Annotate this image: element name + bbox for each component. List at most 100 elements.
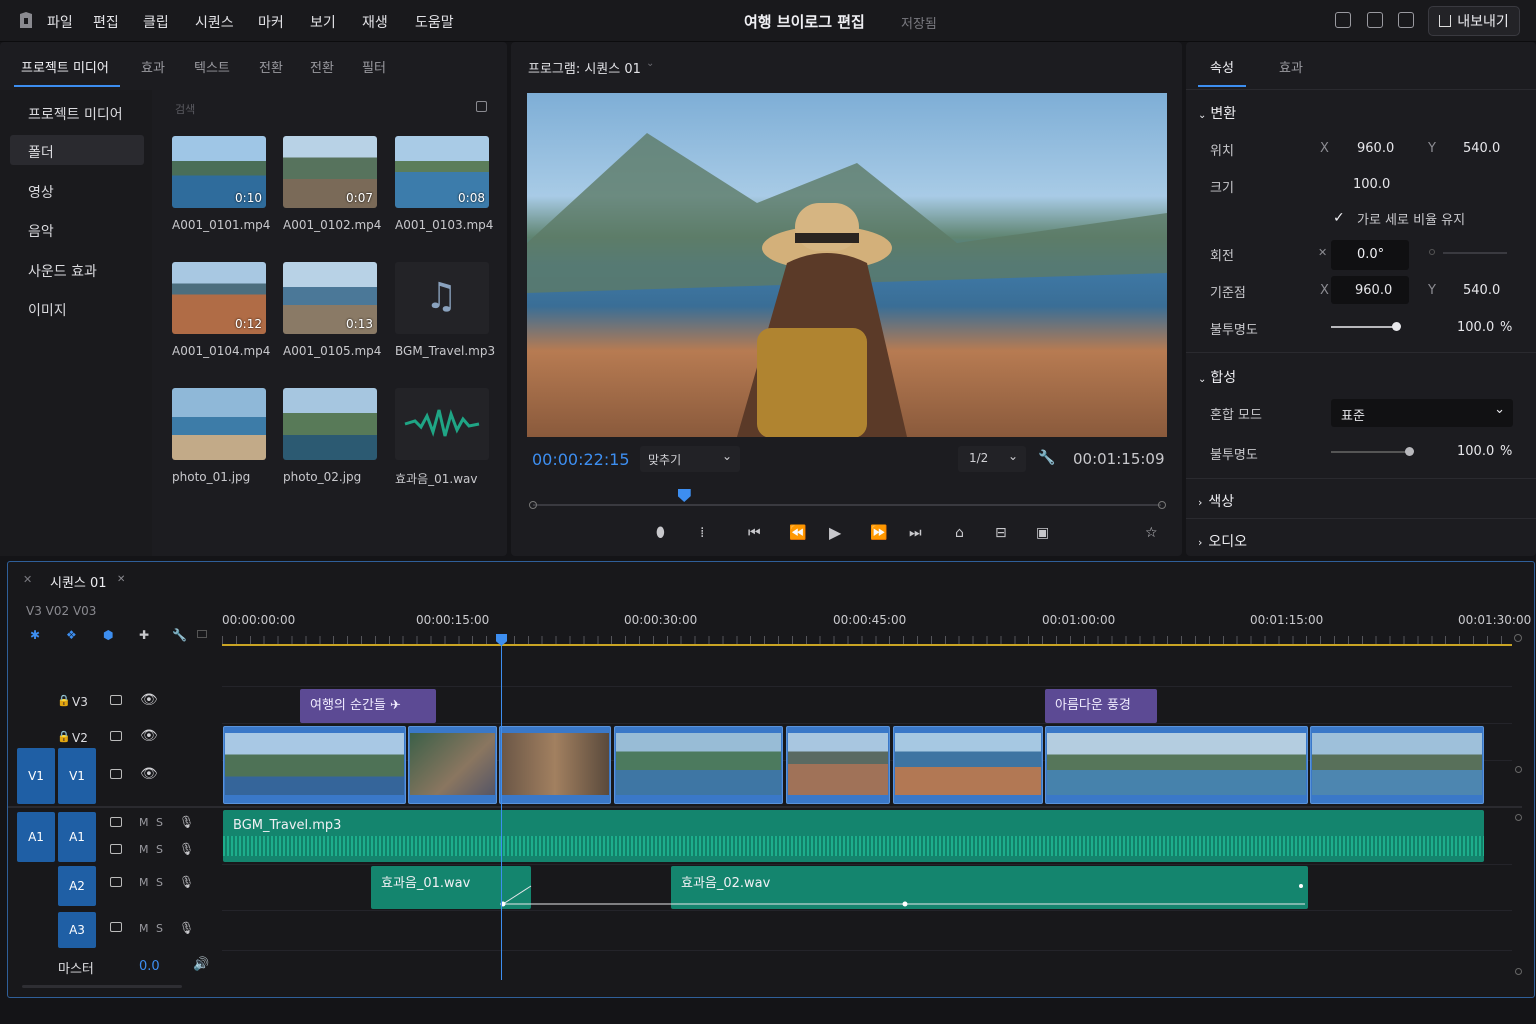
checkbox-uniform[interactable]: ✓ bbox=[1333, 210, 1348, 226]
resolution-dropdown[interactable]: 1/2 ⌄ bbox=[958, 446, 1026, 472]
chevron-down-icon[interactable]: ⌄ bbox=[646, 58, 654, 69]
lift-icon[interactable]: ⌂ bbox=[955, 525, 964, 541]
scale-value[interactable]: 100.0 bbox=[1353, 177, 1390, 192]
video-preview[interactable] bbox=[527, 93, 1167, 437]
sidebar-item-sound-effects[interactable]: 사운드 효과 bbox=[28, 261, 97, 281]
opacity2-slider[interactable] bbox=[1331, 451, 1411, 453]
media-thumb[interactable]: ♫ bbox=[395, 262, 489, 334]
media-thumb[interactable]: 0:07 bbox=[283, 136, 377, 208]
new-bin-icon[interactable] bbox=[476, 101, 487, 112]
step-forward-icon[interactable]: ⏩ bbox=[870, 525, 887, 541]
title-clip[interactable]: 여행의 순간들 ✈ bbox=[300, 689, 436, 723]
volume-keyframes[interactable] bbox=[371, 866, 1311, 911]
layout-icon[interactable] bbox=[1335, 12, 1351, 28]
media-thumb[interactable] bbox=[283, 388, 377, 460]
program-title[interactable]: 프로그램: 시퀀스 01 bbox=[528, 58, 641, 77]
go-to-out-icon[interactable]: ⏭ bbox=[909, 525, 922, 541]
video-clip[interactable] bbox=[786, 726, 890, 804]
search-input[interactable]: 검색 bbox=[175, 101, 195, 117]
close-icon[interactable]: ✕ bbox=[23, 573, 32, 586]
sidebar-item-video[interactable]: 영상 bbox=[28, 182, 54, 202]
section-audio[interactable]: › 오디오 bbox=[1198, 531, 1247, 551]
video-clip[interactable] bbox=[1045, 726, 1308, 804]
menu-playback[interactable]: 재생 bbox=[362, 12, 388, 32]
wrench-icon[interactable]: 🔧 bbox=[1038, 450, 1055, 466]
wrench-icon[interactable]: 🔧 bbox=[172, 628, 187, 642]
scroll-handle[interactable] bbox=[1515, 766, 1522, 773]
source-patch-a1[interactable]: A1 bbox=[17, 812, 55, 862]
sync-lock-icon[interactable] bbox=[110, 877, 122, 887]
tab-transitions-2[interactable]: 전환 bbox=[310, 57, 334, 76]
marker-icon[interactable]: ⬢ bbox=[103, 628, 113, 642]
mute-solo[interactable]: M S bbox=[139, 843, 165, 856]
tab-transitions[interactable]: 전환 bbox=[259, 57, 283, 76]
rotation-dial-icon[interactable] bbox=[1429, 249, 1435, 255]
media-thumb[interactable]: 0:10 bbox=[172, 136, 266, 208]
tab-effect-controls[interactable]: 효과 bbox=[1279, 57, 1303, 76]
video-clip[interactable] bbox=[408, 726, 497, 804]
snap-icon[interactable]: ✱ bbox=[30, 628, 40, 642]
step-back-icon[interactable]: ⏪ bbox=[789, 525, 806, 541]
position-y[interactable]: 540.0 bbox=[1463, 141, 1500, 156]
blend-mode-dropdown[interactable]: 표준 ⌄ bbox=[1331, 399, 1513, 427]
menu-edit[interactable]: 편집 bbox=[93, 12, 119, 32]
fullscreen-icon[interactable] bbox=[1398, 12, 1414, 28]
sync-lock-icon[interactable] bbox=[110, 922, 122, 932]
opacity-slider-thumb[interactable] bbox=[1392, 322, 1401, 331]
master-value[interactable]: 0.0 bbox=[139, 959, 160, 974]
media-thumb[interactable]: 0:13 bbox=[283, 262, 377, 334]
menu-file[interactable]: 파일 bbox=[47, 12, 73, 32]
track-target-a1[interactable]: A1 bbox=[58, 812, 96, 862]
opacity2-slider-thumb[interactable] bbox=[1405, 447, 1414, 456]
sequence-tab[interactable]: 시퀀스 01 bbox=[50, 572, 107, 591]
program-scrubber[interactable] bbox=[533, 504, 1161, 506]
export-button[interactable]: 내보내기 bbox=[1428, 6, 1520, 36]
mic-icon[interactable]: 🎙 bbox=[179, 842, 194, 856]
scrub-start-handle[interactable] bbox=[529, 501, 537, 509]
opacity-value[interactable]: 100.0 bbox=[1457, 320, 1494, 335]
media-thumb[interactable]: 0:08 bbox=[395, 136, 489, 208]
menu-help[interactable]: 도움말 bbox=[415, 12, 454, 32]
tab-project-media[interactable]: 프로젝트 미디어 bbox=[21, 57, 109, 76]
sidebar-item-project-media[interactable]: 프로젝트 미디어 bbox=[28, 104, 123, 124]
film-icon[interactable] bbox=[110, 731, 122, 741]
anchor-x-field[interactable]: 960.0 bbox=[1331, 276, 1409, 304]
section-composite[interactable]: ⌄ 합성 bbox=[1198, 367, 1236, 387]
opacity-slider[interactable] bbox=[1331, 326, 1397, 328]
horizontal-scrollbar[interactable] bbox=[22, 985, 182, 988]
film-icon[interactable] bbox=[110, 695, 122, 705]
mic-icon[interactable]: 🎙 bbox=[179, 921, 194, 935]
play-icon[interactable]: ▶ bbox=[829, 523, 841, 542]
settings-icon[interactable] bbox=[197, 630, 207, 638]
source-patch-v1[interactable]: V1 bbox=[17, 748, 55, 804]
eye-icon[interactable]: 👁 bbox=[140, 692, 158, 708]
media-thumb[interactable]: 0:12 bbox=[172, 262, 266, 334]
position-x[interactable]: 960.0 bbox=[1357, 141, 1394, 156]
zoom-handle[interactable] bbox=[1514, 634, 1522, 642]
eye-icon[interactable]: 👁 bbox=[140, 766, 158, 782]
sidebar-item-folder[interactable]: 폴더 bbox=[28, 142, 54, 162]
mark-in-icon[interactable]: ⁞ bbox=[700, 525, 704, 541]
video-clip[interactable] bbox=[1310, 726, 1484, 804]
menu-view[interactable]: 보기 bbox=[310, 12, 336, 32]
audio-clip[interactable]: BGM_Travel.mp3 bbox=[223, 810, 1484, 862]
work-area-bar[interactable] bbox=[222, 644, 1512, 646]
track-target-a3[interactable]: A3 bbox=[58, 912, 96, 948]
workspace-icon[interactable] bbox=[1367, 12, 1383, 28]
ruler-ticks[interactable] bbox=[222, 636, 1512, 644]
lock-icon[interactable]: 🔒 bbox=[57, 694, 71, 707]
film-icon[interactable] bbox=[110, 769, 122, 779]
close-icon[interactable]: ✕ bbox=[117, 574, 125, 585]
fit-dropdown[interactable]: 맞추기 ⌄ bbox=[640, 446, 740, 472]
scroll-handle[interactable] bbox=[1515, 814, 1522, 821]
tab-filters[interactable]: 필터 bbox=[362, 57, 386, 76]
sync-lock-icon[interactable] bbox=[110, 817, 122, 827]
section-color[interactable]: › 색상 bbox=[1198, 491, 1234, 511]
scroll-handle[interactable] bbox=[1515, 968, 1522, 975]
video-clip[interactable] bbox=[893, 726, 1043, 804]
keyframe-icon[interactable]: ✕ bbox=[1318, 246, 1327, 259]
go-to-in-icon[interactable]: ⏮ bbox=[748, 525, 761, 541]
export-frame-icon[interactable]: ▣ bbox=[1036, 525, 1049, 541]
sidebar-item-images[interactable]: 이미지 bbox=[28, 300, 67, 320]
mic-icon[interactable]: 🎙 bbox=[179, 875, 194, 889]
